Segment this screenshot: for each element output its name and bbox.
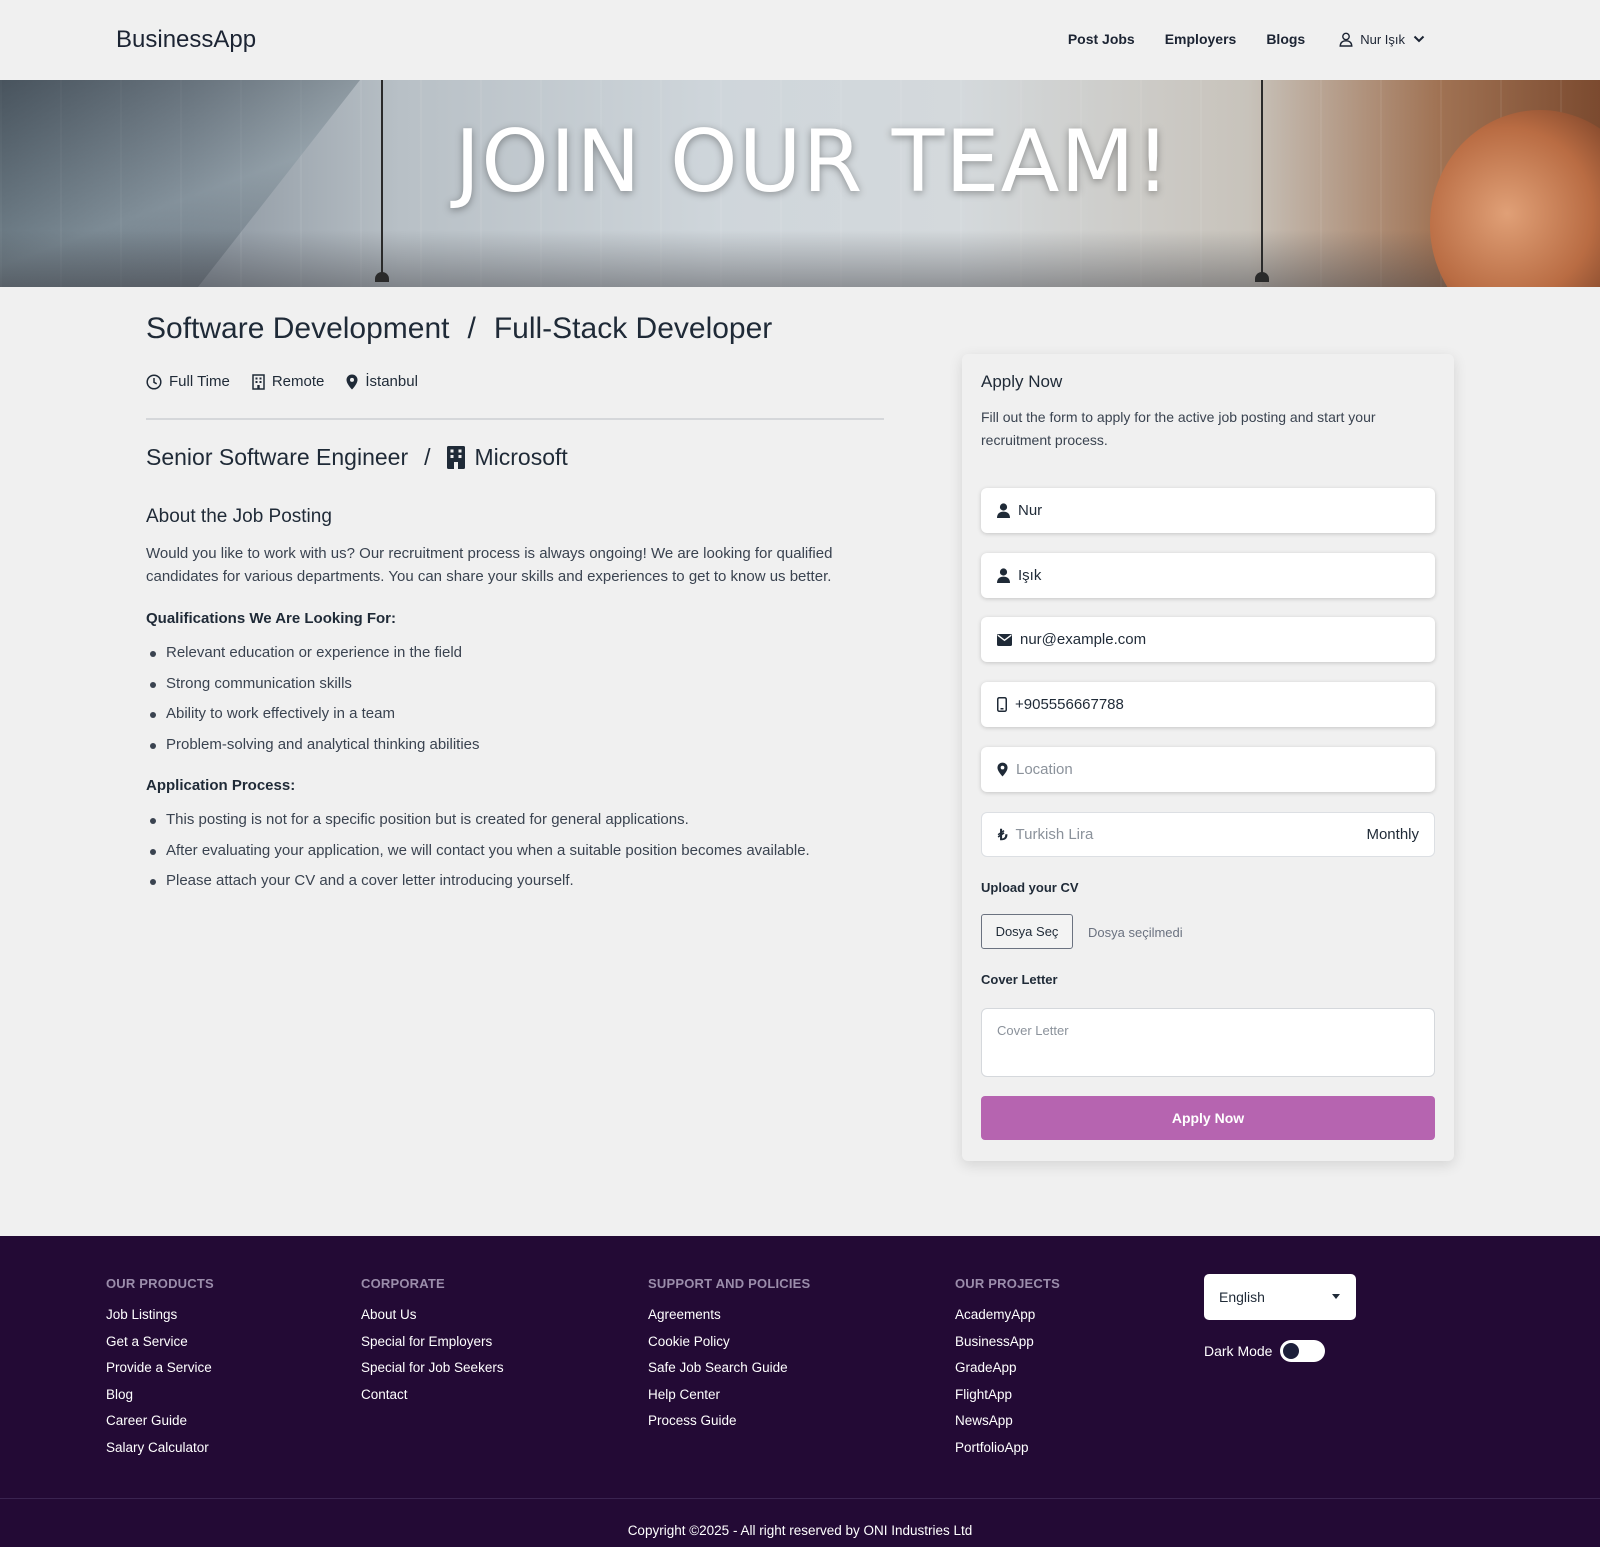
- footer-link[interactable]: FlightApp: [955, 1387, 1060, 1414]
- dark-mode-label: Dark Mode: [1204, 1343, 1273, 1359]
- footer-column-corporate: CORPORATE About Us Special for Employers…: [361, 1276, 504, 1413]
- footer-link[interactable]: GradeApp: [955, 1360, 1060, 1387]
- footer-link[interactable]: PortfolioApp: [955, 1440, 1060, 1467]
- footer-link[interactable]: Job Listings: [106, 1307, 214, 1334]
- map-pin-icon: [346, 374, 358, 389]
- user-icon: [1339, 32, 1353, 47]
- file-status: Dosya seçilmedi: [1088, 925, 1183, 940]
- footer-link[interactable]: AcademyApp: [955, 1307, 1060, 1334]
- job-mode: Remote: [252, 373, 324, 390]
- footer: OUR PRODUCTS Job Listings Get a Service …: [0, 1236, 1600, 1547]
- process-heading: Application Process:: [146, 777, 296, 794]
- list-item: Problem-solving and analytical thinking …: [146, 736, 480, 767]
- dark-mode-toggle[interactable]: [1280, 1340, 1326, 1362]
- footer-column-projects: OUR PROJECTS AcademyApp BusinessApp Grad…: [955, 1276, 1060, 1467]
- footer-link[interactable]: Agreements: [648, 1307, 810, 1334]
- footer-link[interactable]: About Us: [361, 1307, 504, 1334]
- list-item: Relevant education or experience in the …: [146, 644, 480, 675]
- dark-mode-control: Dark Mode: [1204, 1340, 1326, 1362]
- apply-description: Fill out the form to apply for the activ…: [981, 409, 1376, 448]
- job-position: Full-Stack Developer: [493, 312, 773, 345]
- footer-link[interactable]: Help Center: [648, 1387, 810, 1414]
- nav-post-jobs[interactable]: Post Jobs: [1068, 31, 1135, 47]
- email-field[interactable]: nur@example.com: [981, 617, 1435, 662]
- user-name: Nur Işık: [1360, 31, 1405, 47]
- footer-divider: [0, 1498, 1600, 1499]
- cover-letter-label: Cover Letter: [981, 972, 1058, 987]
- choose-file-button[interactable]: Dosya Seç: [981, 914, 1073, 949]
- caret-down-icon: [1332, 1294, 1340, 1299]
- banner-title: JOIN OUR TEAM!: [454, 112, 1172, 212]
- section-divider: [146, 418, 884, 420]
- user-icon: [997, 503, 1010, 518]
- envelope-icon: [997, 633, 1012, 646]
- first-name-field[interactable]: Nur: [981, 488, 1435, 533]
- qualifications-heading: Qualifications We Are Looking For:: [146, 610, 397, 627]
- cover-letter-textarea[interactable]: Cover Letter: [981, 1008, 1435, 1077]
- phone-field[interactable]: +905556667788: [981, 682, 1435, 727]
- list-item: Strong communication skills: [146, 675, 480, 706]
- lira-icon: ₺: [998, 826, 1008, 844]
- mobile-phone-icon: [997, 697, 1007, 712]
- job-type: Full Time: [146, 373, 230, 390]
- list-item: Ability to work effectively in a team: [146, 705, 480, 736]
- nav-employers[interactable]: Employers: [1165, 31, 1237, 47]
- footer-link[interactable]: Provide a Service: [106, 1360, 214, 1387]
- company-name: Microsoft: [474, 444, 568, 470]
- page-title: Software Development / Full-Stack Develo…: [146, 312, 772, 346]
- list-item: This posting is not for a specific posit…: [146, 811, 810, 842]
- title-separator: /: [467, 312, 476, 345]
- footer-link[interactable]: Contact: [361, 1387, 504, 1414]
- footer-link[interactable]: BusinessApp: [955, 1334, 1060, 1361]
- footer-link[interactable]: Safe Job Search Guide: [648, 1360, 810, 1387]
- footer-column-products: OUR PRODUCTS Job Listings Get a Service …: [106, 1276, 214, 1467]
- apply-form-card: Apply Now Fill out the form to apply for…: [962, 354, 1454, 1161]
- footer-link[interactable]: Career Guide: [106, 1413, 214, 1440]
- last-name-field[interactable]: Işık: [981, 553, 1435, 598]
- apply-now-button[interactable]: Apply Now: [981, 1096, 1435, 1140]
- process-list: This posting is not for a specific posit…: [146, 811, 810, 903]
- job-location: İstanbul: [346, 373, 418, 390]
- brand-logo[interactable]: BusinessApp: [116, 26, 256, 54]
- job-role-header: Senior Software Engineer / Microsoft: [146, 444, 568, 470]
- footer-column-support: SUPPORT AND POLICIES Agreements Cookie P…: [648, 1276, 810, 1440]
- nav-blogs[interactable]: Blogs: [1266, 31, 1305, 47]
- footer-link[interactable]: Salary Calculator: [106, 1440, 214, 1467]
- footer-link[interactable]: Special for Job Seekers: [361, 1360, 504, 1387]
- map-pin-icon: [997, 762, 1008, 777]
- footer-link[interactable]: NewsApp: [955, 1413, 1060, 1440]
- user-menu[interactable]: Nur Işık: [1339, 32, 1432, 47]
- apply-title: Apply Now: [981, 372, 1063, 391]
- job-meta: Full Time Remote İstanbul: [146, 373, 440, 390]
- copyright-text: Copyright ©2025 - All right reserved by …: [627, 1523, 973, 1538]
- cv-label: Upload your CV: [981, 880, 1079, 895]
- company-building-icon: [446, 446, 465, 469]
- footer-link[interactable]: Special for Employers: [361, 1334, 504, 1361]
- salary-field[interactable]: ₺ Turkish Lira Monthly: [981, 812, 1435, 857]
- job-category: Software Development: [146, 312, 450, 345]
- footer-link[interactable]: Cookie Policy: [648, 1334, 810, 1361]
- chevron-down-icon: [1413, 35, 1425, 43]
- building-icon: [252, 373, 265, 390]
- job-role: Senior Software Engineer: [146, 444, 409, 470]
- language-select[interactable]: English: [1204, 1274, 1356, 1320]
- location-field[interactable]: Location: [981, 747, 1435, 792]
- hero-banner: JOIN OUR TEAM!: [0, 80, 1600, 287]
- footer-link[interactable]: Get a Service: [106, 1334, 214, 1361]
- footer-link[interactable]: Blog: [106, 1387, 214, 1414]
- clock-icon: [146, 373, 162, 390]
- footer-link[interactable]: Process Guide: [648, 1413, 810, 1440]
- list-item: Please attach your CV and a cover letter…: [146, 872, 810, 903]
- about-text: Would you like to work with us? Our recr…: [146, 545, 833, 585]
- main-nav: Post Jobs Employers Blogs Nur Işık: [1038, 31, 1432, 47]
- qualifications-list: Relevant education or experience in the …: [146, 644, 480, 766]
- about-heading: About the Job Posting: [146, 506, 332, 527]
- salary-period[interactable]: Monthly: [1366, 826, 1419, 843]
- top-navbar: BusinessApp Post Jobs Employers Blogs Nu…: [0, 0, 1600, 80]
- user-icon: [997, 568, 1010, 583]
- list-item: After evaluating your application, we wi…: [146, 842, 810, 873]
